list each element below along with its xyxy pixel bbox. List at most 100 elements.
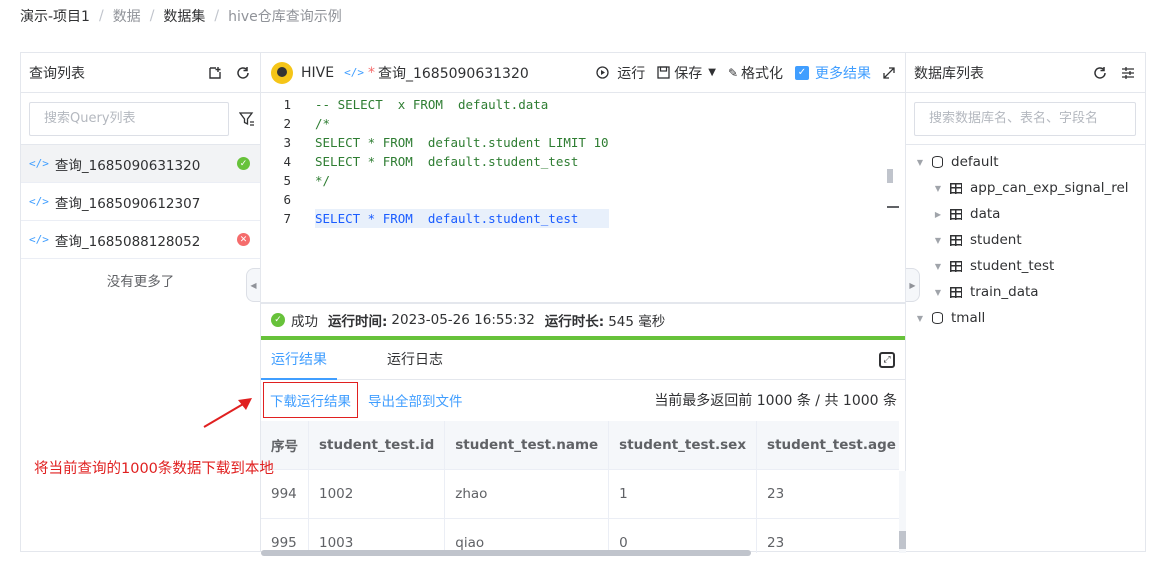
code-lines[interactable]: -- SELECT x FROM default.data /* SELECT …	[315, 93, 609, 302]
tree-node-label: app_can_exp_signal_rel	[970, 180, 1129, 196]
database-search-input[interactable]	[914, 101, 1136, 136]
no-more-text: 没有更多了	[106, 274, 175, 290]
tab-run-results[interactable]: 运行结果	[261, 340, 337, 380]
table-cell: zhao	[444, 469, 610, 519]
caret-down-icon[interactable]: ▼	[932, 262, 944, 271]
chevron-down-icon[interactable]: ▼	[708, 67, 716, 78]
database-list-title: 数据库列表	[914, 65, 984, 82]
fullscreen-button[interactable]	[883, 66, 895, 79]
table-horizontal-scrollbar[interactable]	[261, 550, 751, 556]
tree-node-label: student	[970, 232, 1022, 248]
table-icon	[950, 260, 962, 272]
tree-node-table[interactable]: ▼ student	[906, 227, 1145, 253]
refresh-icon[interactable]	[1091, 64, 1109, 82]
code-line: -- SELECT x FROM default.data	[315, 97, 549, 112]
table-cell: 0	[608, 518, 758, 553]
code-line: /*	[315, 116, 331, 131]
code-icon: </>	[29, 233, 49, 246]
editor-minimize-icon[interactable]	[887, 206, 899, 208]
code-line: SELECT * FROM default.student_test	[315, 154, 579, 169]
tree-node-table[interactable]: ▶ data	[906, 201, 1145, 227]
engine-label: HIVE	[301, 64, 335, 81]
caret-down-icon[interactable]: ▼	[932, 236, 944, 245]
run-button[interactable]: 运行	[596, 63, 645, 83]
query-list-item[interactable]: </> 查询_1685090631320 ✓	[21, 145, 260, 183]
result-table: 序号 student_test.id student_test.name stu…	[261, 421, 899, 553]
maximize-icon[interactable]: ⤢	[879, 352, 895, 368]
database-tree: ▼ default ▼ app_can_exp_signal_rel ▶ dat…	[906, 145, 1145, 331]
editor-scrollbar[interactable]	[887, 169, 893, 183]
breadcrumb-data[interactable]: 数据	[113, 6, 141, 26]
save-button[interactable]: 保存 ▼	[657, 63, 716, 83]
tree-node-table[interactable]: ▼ app_can_exp_signal_rel	[906, 175, 1145, 201]
run-status-bar: ✓ 成功 运行时间: 2023-05-26 16:55:32 运行时长: 545…	[261, 304, 905, 340]
tree-node-label: default	[951, 154, 999, 170]
editor-header: HIVE </> * 查询_1685090631320 运行 保存 ▼ ✎ 格式…	[261, 53, 905, 93]
magic-wand-icon: ✎	[727, 65, 738, 80]
database-icon	[932, 312, 943, 324]
column-header[interactable]: student_test.sex	[608, 421, 758, 470]
new-query-icon[interactable]	[206, 64, 224, 82]
table-icon	[950, 234, 962, 246]
tree-node-table[interactable]: ▼ student_test	[906, 253, 1145, 279]
column-header[interactable]: student_test.name	[444, 421, 610, 470]
collapse-left-handle[interactable]: ◀	[246, 268, 260, 302]
table-row: 995 1003 qiao 0 23	[261, 518, 899, 553]
column-header[interactable]: student_test.id	[308, 421, 446, 470]
query-name: 查询_1685090612307	[54, 195, 201, 212]
hive-logo-icon	[271, 61, 293, 84]
code-line: SELECT * FROM default.student_test	[315, 209, 609, 228]
save-label: 保存	[674, 65, 703, 82]
tree-node-db[interactable]: ▼ default	[906, 149, 1145, 175]
table-icon	[950, 286, 962, 298]
breadcrumb-current: hive仓库查询示例	[228, 9, 342, 25]
breadcrumb-dataset[interactable]: 数据集	[163, 6, 205, 26]
success-icon: ✓	[271, 313, 285, 327]
result-table-wrap: 序号 student_test.id student_test.name stu…	[261, 421, 899, 553]
table-cell: 995	[261, 518, 309, 553]
query-list-item[interactable]: </> 查询_1685090612307	[21, 183, 260, 221]
annotation-arrow-icon	[203, 398, 252, 428]
query-list-title: 查询列表	[29, 65, 85, 82]
code-editor[interactable]: 1234567 -- SELECT x FROM default.data /*…	[261, 93, 905, 304]
table-icon	[950, 182, 962, 194]
query-list-header: 查询列表	[21, 53, 260, 93]
table-cell: 23	[756, 518, 899, 553]
play-icon	[596, 66, 609, 79]
caret-down-icon[interactable]: ▼	[932, 288, 944, 297]
query-list-item[interactable]: </> 查询_1685088128052 ✕	[21, 221, 260, 259]
breadcrumb-project[interactable]: 演示-项目1	[20, 6, 90, 26]
run-time-value: 2023-05-26 16:55:32	[391, 312, 535, 328]
database-list-header: 数据库列表	[906, 53, 1145, 93]
breadcrumb-separator: /	[98, 8, 104, 24]
format-button[interactable]: ✎ 格式化	[728, 63, 783, 83]
caret-down-icon[interactable]: ▼	[932, 184, 944, 193]
query-search-input[interactable]	[29, 101, 229, 136]
settings-sliders-icon[interactable]	[1119, 64, 1137, 82]
table-cell: 23	[756, 469, 899, 519]
caret-down-icon[interactable]: ▼	[914, 158, 926, 167]
table-vertical-scrollbar[interactable]	[899, 471, 906, 553]
export-all-button[interactable]: 导出全部到文件	[368, 390, 654, 410]
caret-down-icon[interactable]: ▼	[914, 314, 926, 323]
tab-run-log[interactable]: 运行日志	[377, 340, 453, 380]
refresh-icon[interactable]	[234, 64, 252, 82]
filter-icon[interactable]	[239, 110, 255, 128]
code-icon: </>	[29, 195, 49, 208]
tree-node-label: data	[970, 206, 1001, 222]
caret-right-icon[interactable]: ▶	[932, 210, 944, 219]
code-line: */	[315, 173, 331, 188]
download-results-button[interactable]: 下载运行结果	[263, 382, 358, 418]
more-results-toggle[interactable]: ✓ 更多结果	[795, 63, 871, 83]
tree-node-db[interactable]: ▼ tmall	[906, 305, 1145, 331]
tree-node-label: tmall	[951, 310, 986, 326]
format-label: 格式化	[741, 65, 783, 82]
table-row: 994 1002 zhao 1 23	[261, 469, 899, 519]
column-header[interactable]: student_test.age	[756, 421, 899, 470]
breadcrumb-separator: /	[214, 8, 220, 24]
result-toolbar: 下载运行结果 导出全部到文件 当前最多返回前 1000 条 / 共 1000 条	[261, 380, 905, 420]
tree-node-table[interactable]: ▼ train_data	[906, 279, 1145, 305]
database-search-row	[906, 93, 1145, 145]
tree-node-label: student_test	[970, 258, 1055, 274]
checkbox-checked-icon[interactable]: ✓	[795, 65, 809, 80]
